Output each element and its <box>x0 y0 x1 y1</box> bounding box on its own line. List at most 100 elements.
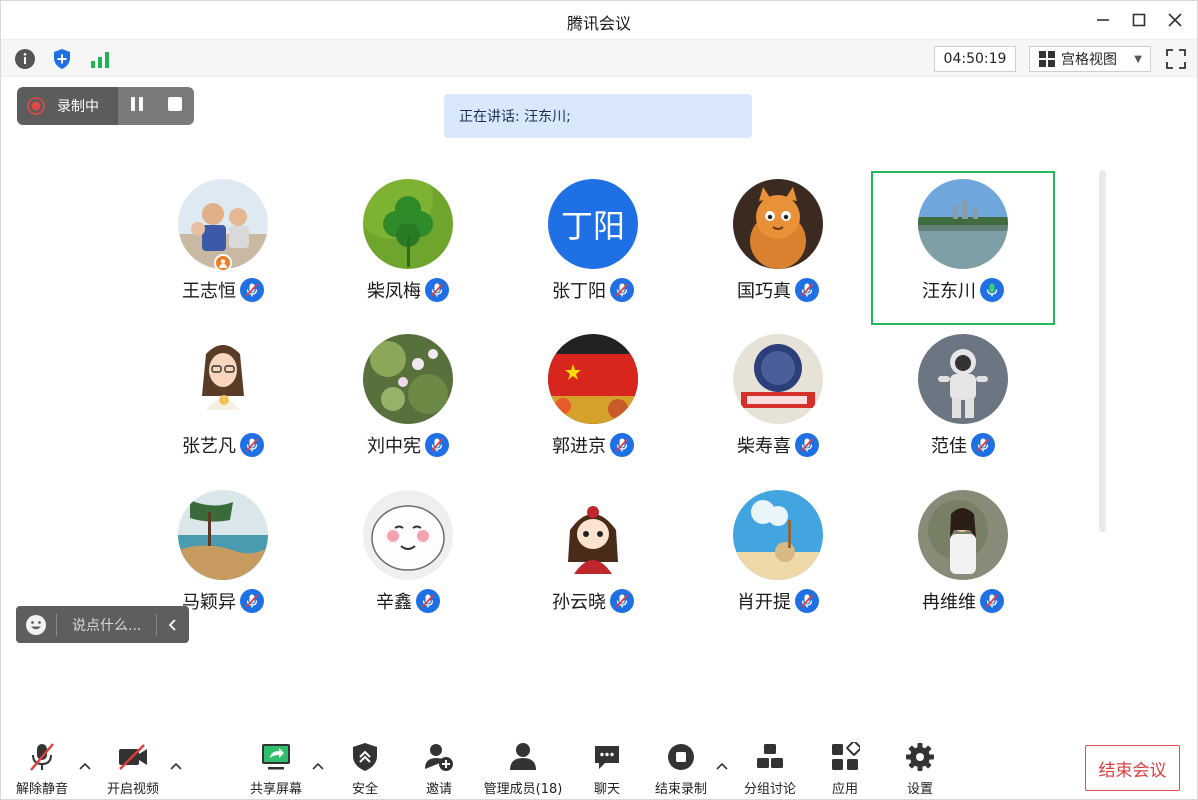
chevron-left-icon[interactable] <box>157 618 189 632</box>
participant-tile[interactable]: 孙云晓 <box>501 482 685 636</box>
grid-view-icon <box>1039 51 1055 67</box>
end-meeting-button[interactable]: 结束会议 <box>1085 745 1180 791</box>
participant-name-row: 范佳 <box>871 432 1055 458</box>
meeting-window: 腾讯会议 04:50:19 宫格视图 ▼ 录制中 正在讲话: 汪东川; 王志恒 … <box>0 0 1198 800</box>
avatar <box>178 334 268 424</box>
avatar <box>363 179 453 269</box>
participant-tile[interactable]: 王志恒 <box>131 171 315 325</box>
participant-tile[interactable]: 汪东川 <box>871 171 1055 325</box>
avatar <box>733 490 823 580</box>
participant-name: 冉维维 <box>922 592 976 613</box>
avatar <box>548 334 638 424</box>
breakout-rooms-button[interactable]: 分组讨论 <box>741 741 799 797</box>
participant-tile[interactable]: 冉维维 <box>871 482 1055 636</box>
unmute-label: 解除静音 <box>15 782 68 797</box>
mic-muted-icon <box>425 433 449 457</box>
chat-input-box[interactable]: 说点什么... <box>16 606 189 643</box>
title-bar: 腾讯会议 <box>1 1 1197 39</box>
manage-members-button[interactable]: 管理成员(18) <box>483 741 563 797</box>
emoji-icon[interactable] <box>16 614 56 636</box>
participant-tile[interactable]: 肖开提 <box>686 482 870 636</box>
participant-tile[interactable]: 郭进京 <box>501 326 685 480</box>
end-recording-button[interactable]: 结束录制 <box>651 741 711 797</box>
manage-members-label: 管理成员(18) <box>483 782 563 797</box>
participant-name: 王志恒 <box>182 281 236 302</box>
pause-icon[interactable] <box>129 96 145 116</box>
participant-tile[interactable]: 丁阳 张丁阳 <box>501 171 685 325</box>
participant-name: 郭进京 <box>552 436 606 457</box>
mic-muted-icon <box>795 589 819 613</box>
fullscreen-icon[interactable] <box>1164 47 1188 71</box>
settings-button[interactable]: 设置 <box>896 741 944 797</box>
apps-icon <box>828 741 862 772</box>
chat-button[interactable]: 聊天 <box>583 741 631 797</box>
participant-name: 张丁阳 <box>552 281 606 302</box>
participant-name: 辛鑫 <box>376 592 412 613</box>
participant-name: 刘中宪 <box>367 436 421 457</box>
security-button[interactable]: 安全 <box>341 741 389 797</box>
mic-muted-icon <box>795 278 819 302</box>
meeting-timer: 04:50:19 <box>934 46 1016 72</box>
avatar <box>918 334 1008 424</box>
recording-options-caret-icon[interactable] <box>715 759 729 773</box>
participant-name: 肖开提 <box>737 592 791 613</box>
share-screen-button[interactable]: 共享屏幕 <box>247 741 305 797</box>
start-video-label: 开启视频 <box>106 782 159 797</box>
view-mode-select[interactable]: 宫格视图 ▼ <box>1029 46 1151 72</box>
mic-muted-icon <box>980 589 1004 613</box>
video-off-icon <box>116 741 150 772</box>
video-options-caret-icon[interactable] <box>169 759 183 773</box>
participant-name-row: 柴凤梅 <box>316 277 500 303</box>
participant-tile[interactable]: 张艺凡 <box>131 326 315 480</box>
host-badge-icon <box>214 254 232 272</box>
shield-icon[interactable] <box>51 48 73 70</box>
avatar <box>178 490 268 580</box>
mic-muted-icon <box>425 278 449 302</box>
avatar <box>548 490 638 580</box>
participant-tile[interactable]: 辛鑫 <box>316 482 500 636</box>
chat-label: 聊天 <box>593 782 620 797</box>
mic-muted-icon <box>240 433 264 457</box>
end-recording-label: 结束录制 <box>654 782 707 797</box>
close-icon[interactable] <box>1164 9 1186 31</box>
invite-label: 邀请 <box>425 782 452 797</box>
participant-name-row: 汪东川 <box>871 277 1055 303</box>
participant-name-row: 冉维维 <box>871 588 1055 614</box>
stop-recording-icon <box>664 741 698 772</box>
participant-name-row: 郭进京 <box>501 432 685 458</box>
window-title: 腾讯会议 <box>566 14 631 33</box>
info-icon[interactable] <box>14 48 36 70</box>
participant-tile[interactable]: 柴寿喜 <box>686 326 870 480</box>
mic-off-icon <box>25 741 59 772</box>
share-options-caret-icon[interactable] <box>311 759 325 773</box>
participant-tile[interactable]: 刘中宪 <box>316 326 500 480</box>
scrollbar[interactable] <box>1099 170 1106 532</box>
maximize-icon[interactable] <box>1128 9 1150 31</box>
minimize-icon[interactable] <box>1092 9 1114 31</box>
chat-icon <box>590 741 624 772</box>
participant-name: 柴寿喜 <box>737 436 791 457</box>
apps-button[interactable]: 应用 <box>821 741 869 797</box>
invite-button[interactable]: 邀请 <box>415 741 463 797</box>
participant-name-row: 刘中宪 <box>316 432 500 458</box>
unmute-button[interactable]: 解除静音 <box>13 741 71 797</box>
mic-muted-icon <box>240 278 264 302</box>
stop-icon[interactable] <box>167 96 183 116</box>
audio-options-caret-icon[interactable] <box>78 759 92 773</box>
signal-icon[interactable] <box>89 48 111 70</box>
participant-name: 孙云晓 <box>552 592 606 613</box>
avatar <box>363 334 453 424</box>
avatar <box>918 179 1008 269</box>
mic-muted-icon <box>971 433 995 457</box>
mic-muted-icon <box>610 278 634 302</box>
participant-tile[interactable]: 柴凤梅 <box>316 171 500 325</box>
participant-name: 汪东川 <box>922 281 976 302</box>
participant-name-row: 柴寿喜 <box>686 432 870 458</box>
caret-down-icon: ▼ <box>1134 53 1142 65</box>
apps-label: 应用 <box>831 782 858 797</box>
start-video-button[interactable]: 开启视频 <box>104 741 162 797</box>
mic-muted-icon <box>610 433 634 457</box>
participant-tile[interactable]: 范佳 <box>871 326 1055 480</box>
participant-tile[interactable]: 国巧真 <box>686 171 870 325</box>
chat-placeholder[interactable]: 说点什么... <box>57 615 156 635</box>
